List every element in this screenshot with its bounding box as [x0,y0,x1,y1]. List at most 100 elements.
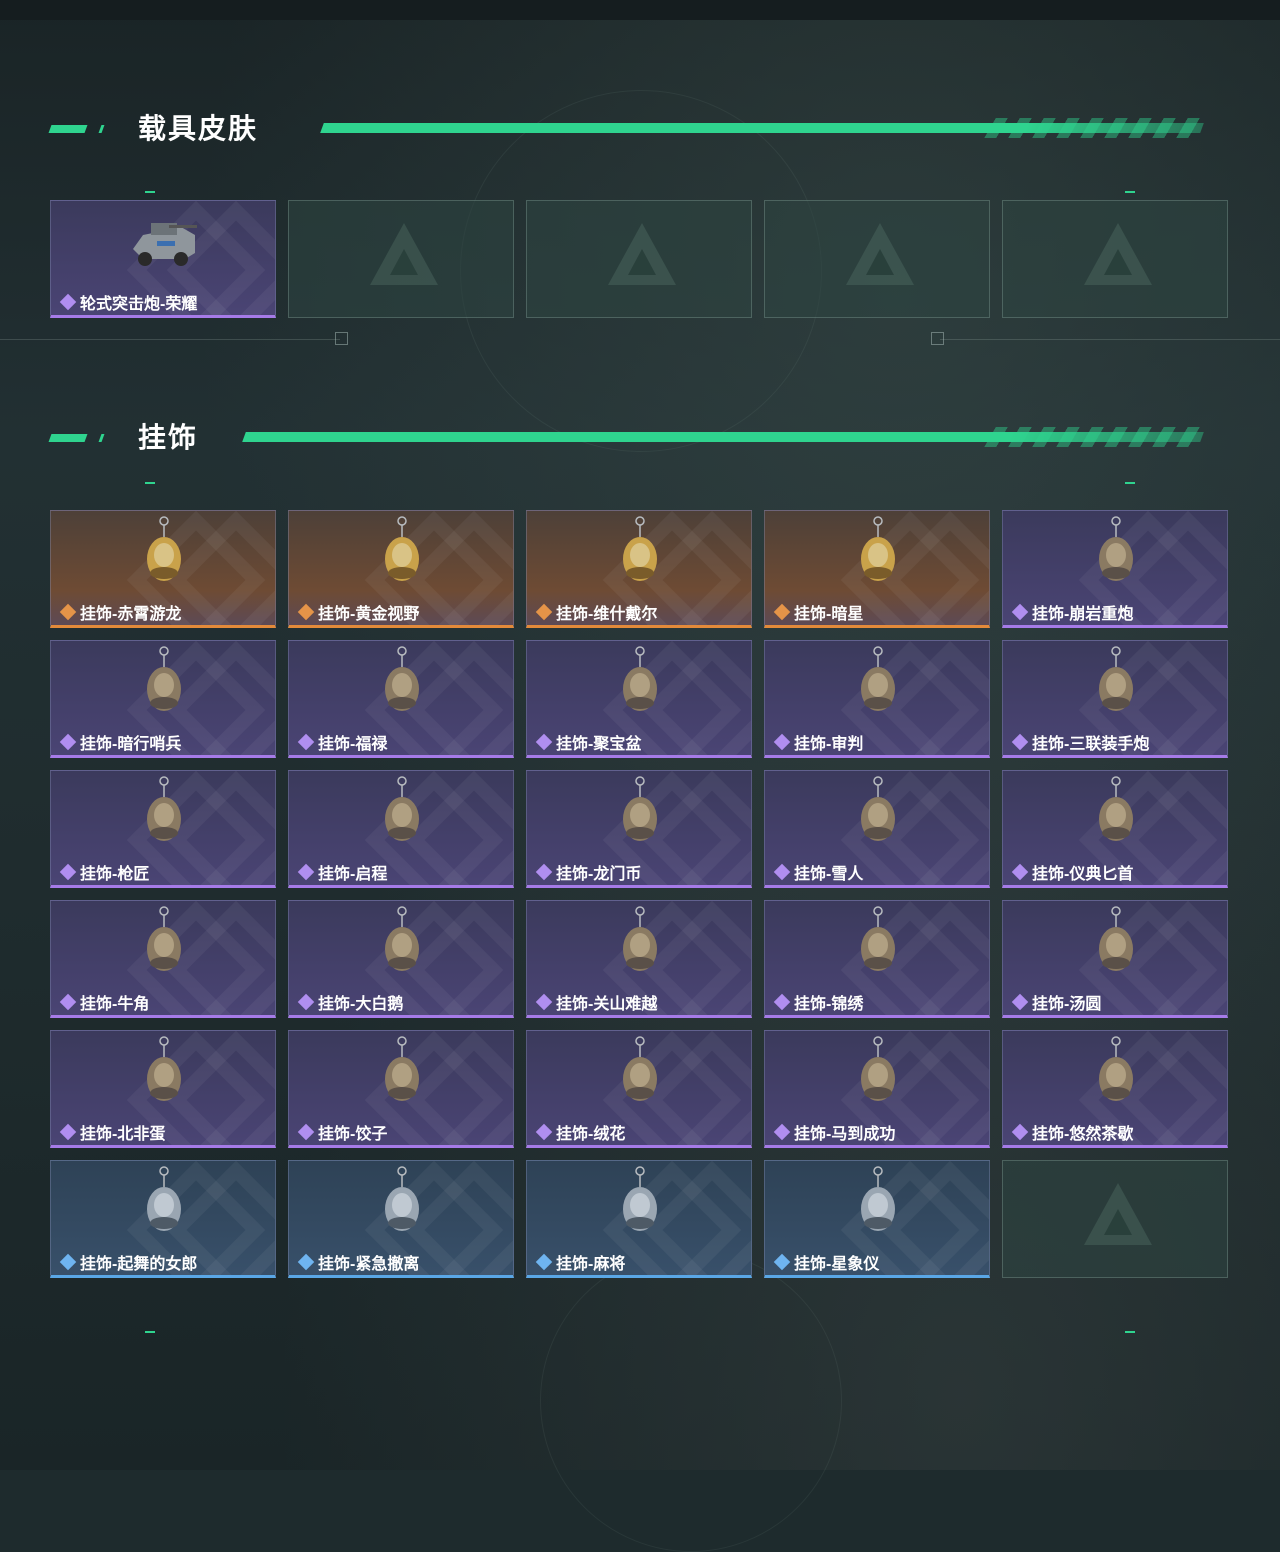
item-label: 挂饰-大白鹅 [297,992,404,1013]
dagger-icon [1099,776,1133,841]
bull-horn-icon [147,906,181,971]
item-card[interactable]: 挂饰-暗星 [764,510,990,628]
item-name: 挂饰-关山难越 [556,996,658,1013]
rarity-diamond-icon [59,993,77,1010]
corner-tick [1125,191,1135,193]
velvet-flower-icon [623,1036,657,1101]
item-card[interactable]: 挂饰-雪人 [764,770,990,888]
item-label: 挂饰-黄金视野 [297,602,419,623]
item-label: 挂饰-锦绣 [773,992,863,1013]
item-card[interactable]: 轮式突击炮-荣耀 [50,200,276,318]
rarity-diamond-icon [535,603,553,620]
item-label: 挂饰-星象仪 [773,1252,879,1273]
item-card[interactable]: 挂饰-大白鹅 [288,900,514,1018]
empty-slot [764,200,990,318]
divider-line [940,339,1280,340]
rarity-diamond-icon [1011,733,1029,750]
item-card[interactable]: 挂饰-紧急撤离 [288,1160,514,1278]
item-card[interactable]: 挂饰-维什戴尔 [526,510,752,628]
item-card[interactable]: 挂饰-审判 [764,640,990,758]
item-name: 挂饰-龙门币 [556,866,642,883]
item-card[interactable]: 挂饰-悠然茶歇 [1002,1030,1228,1148]
placeholder-logo-inner [1104,1209,1132,1235]
item-card[interactable]: 挂饰-锦绣 [764,900,990,1018]
item-label: 挂饰-麻将 [535,1252,626,1273]
item-card[interactable]: 挂饰-龙门币 [526,770,752,888]
sentinel-figure-icon [147,646,181,711]
rarity-diamond-icon [297,993,315,1010]
gold-bar-icon [623,906,657,971]
placeholder-logo-inner [866,249,894,275]
section-title: 载具皮肤 [138,113,259,144]
rarity-diamond-icon [535,1123,553,1140]
rarity-diamond-icon [773,1123,791,1140]
rarity-diamond-icon [59,863,77,880]
item-name: 挂饰-牛角 [80,996,150,1013]
item-card[interactable]: 挂饰-仪典匕首 [1002,770,1228,888]
item-card[interactable]: 挂饰-福禄 [288,640,514,758]
item-label: 挂饰-三联装手炮 [1011,732,1149,753]
rarity-diamond-icon [773,993,791,1010]
goose-icon [385,906,419,971]
rarity-diamond-icon [297,863,315,880]
item-card[interactable]: 挂饰-赤霄游龙 [50,510,276,628]
item-card[interactable]: 挂饰-三联装手炮 [1002,640,1228,758]
corner-tick [145,1331,155,1333]
divider-line [0,339,340,340]
rarity-diamond-icon [297,603,315,620]
rarity-diamond-icon [535,1253,553,1270]
corner-tick [1125,482,1135,484]
item-name: 挂饰-雪人 [794,866,864,883]
item-name: 挂饰-枪匠 [80,866,150,883]
item-label: 挂饰-枪匠 [59,862,150,883]
item-card[interactable]: 挂饰-汤圆 [1002,900,1228,1018]
item-name: 挂饰-大白鹅 [318,996,404,1013]
item-label: 挂饰-启程 [297,862,388,883]
dancer-icon [147,1166,181,1231]
item-card[interactable]: 挂饰-牛角 [50,900,276,1018]
rarity-diamond-icon [773,1253,791,1270]
item-card[interactable]: 挂饰-枪匠 [50,770,276,888]
item-card[interactable]: 挂饰-暗行哨兵 [50,640,276,758]
section-header-vehicle-skins: 载具皮肤 [48,113,1230,144]
item-label: 挂饰-维什戴尔 [535,602,658,623]
item-label: 挂饰-赤霄游龙 [59,602,181,623]
item-name: 挂饰-马到成功 [794,1126,896,1143]
skull-tag-icon [385,1166,419,1231]
item-label: 挂饰-起舞的女郎 [59,1252,197,1273]
item-card[interactable]: 挂饰-聚宝盆 [526,640,752,758]
item-name: 轮式突击炮-荣耀 [80,296,198,313]
item-label: 挂饰-崩岩重炮 [1011,602,1133,623]
rarity-diamond-icon [297,733,315,750]
item-card[interactable]: 挂饰-关山难越 [526,900,752,1018]
item-card[interactable]: 挂饰-北非蛋 [50,1030,276,1148]
item-card[interactable]: 挂饰-绒花 [526,1030,752,1148]
divider-marker [335,332,348,345]
tarot-card-icon [861,646,895,711]
item-card[interactable]: 挂饰-崩岩重炮 [1002,510,1228,628]
header-checker [984,118,1206,138]
gunsmith-box-icon [147,776,181,841]
item-card[interactable]: 挂饰-麻将 [526,1160,752,1278]
item-card[interactable]: 挂饰-启程 [288,770,514,888]
item-name: 挂饰-暗行哨兵 [80,736,182,753]
item-name: 挂饰-暗星 [794,606,864,623]
rarity-diamond-icon [59,733,77,750]
item-name: 挂饰-审判 [794,736,864,753]
item-card[interactable]: 挂饰-黄金视野 [288,510,514,628]
item-name: 挂饰-麻将 [556,1256,626,1273]
item-name: 挂饰-启程 [318,866,388,883]
item-card[interactable]: 挂饰-马到成功 [764,1030,990,1148]
item-card[interactable]: 挂饰-起舞的女郎 [50,1160,276,1278]
item-name: 挂饰-维什戴尔 [556,606,658,623]
item-card[interactable]: 挂饰-饺子 [288,1030,514,1148]
rarity-diamond-icon [59,1123,77,1140]
item-name: 挂饰-仪典匕首 [1032,866,1134,883]
item-card[interactable]: 挂饰-星象仪 [764,1160,990,1278]
item-label: 挂饰-马到成功 [773,1122,896,1143]
rarity-diamond-icon [1011,863,1029,880]
header-accent [48,434,88,442]
section-title: 挂饰 [138,422,199,453]
placeholder-logo-inner [628,249,656,275]
treasure-bowl-icon [623,646,657,711]
